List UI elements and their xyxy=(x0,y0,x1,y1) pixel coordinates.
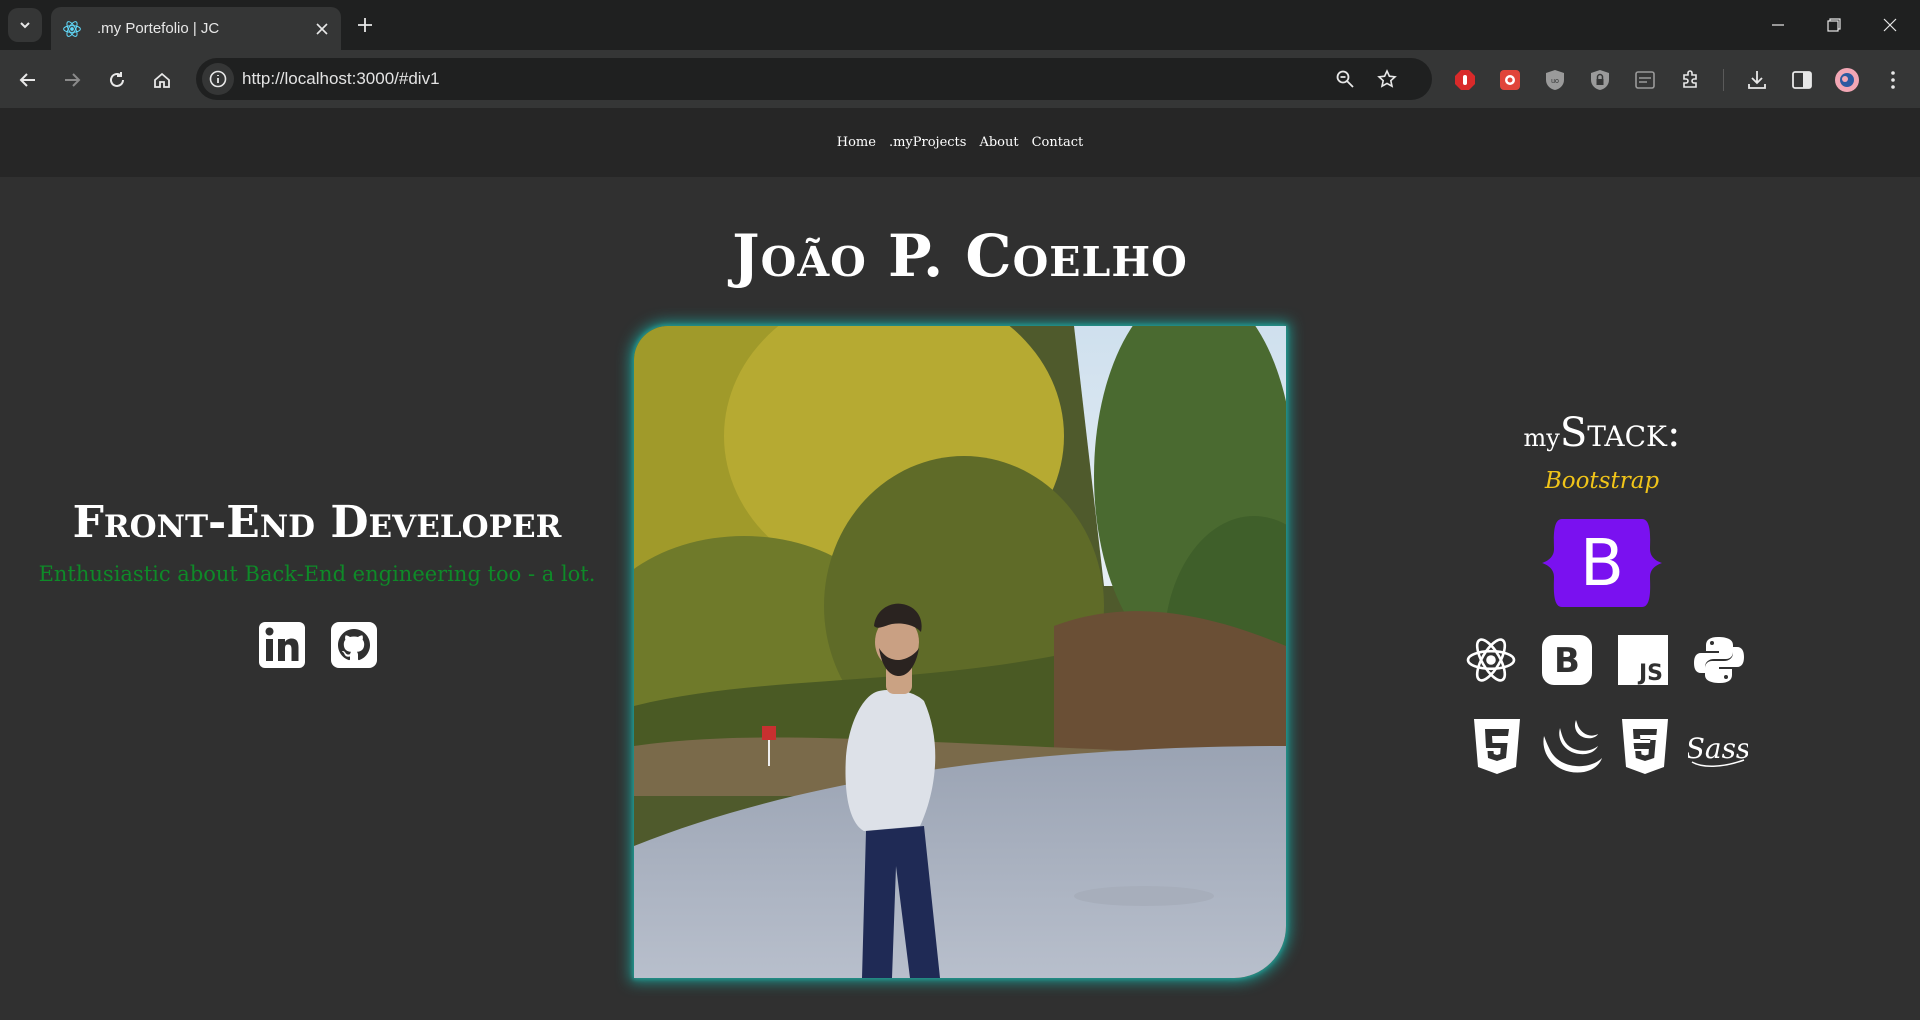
javascript-icon[interactable]: JS xyxy=(1617,634,1669,686)
url-text: http://localhost:3000/#div1 xyxy=(242,69,440,88)
address-bar[interactable]: http://localhost:3000/#div1 xyxy=(196,58,1432,100)
chevron-down-icon xyxy=(20,22,30,29)
reader-extension-icon[interactable] xyxy=(1632,67,1658,93)
stop-hand-extension-icon[interactable] xyxy=(1452,67,1478,93)
tab-list-button[interactable] xyxy=(8,8,42,42)
site-navbar: Home .myProjects About Contact xyxy=(0,108,1920,177)
featured-bootstrap-letter: B xyxy=(1580,527,1624,601)
stack-title-main: Stack: xyxy=(1559,410,1681,456)
sass-text: Sass xyxy=(1688,732,1748,765)
hero-name: João P. Coelho xyxy=(732,222,1188,290)
react-favicon-icon xyxy=(61,18,83,40)
reload-icon[interactable] xyxy=(99,62,135,98)
js-badge-text: JS xyxy=(1637,661,1663,686)
html5-icon[interactable] xyxy=(1472,718,1522,776)
svg-text:uo: uo xyxy=(1551,78,1559,85)
sass-icon[interactable]: Sass xyxy=(1688,722,1748,772)
jquery-icon[interactable] xyxy=(1540,718,1602,776)
browser-toolbar: http://localhost:3000/#div1 uo xyxy=(0,50,1920,108)
linkedin-icon[interactable] xyxy=(258,621,306,669)
ublock-shield-icon[interactable]: uo xyxy=(1542,67,1568,93)
role-tagline: Enthusiastic about Back-End engineering … xyxy=(38,562,596,586)
react-icon[interactable] xyxy=(1465,634,1517,686)
home-icon[interactable] xyxy=(144,62,180,98)
minimize-icon[interactable] xyxy=(1750,0,1806,50)
stack-title-prefix: my xyxy=(1523,424,1560,452)
back-arrow-icon[interactable] xyxy=(10,62,46,98)
restore-icon[interactable] xyxy=(1806,0,1862,50)
nav-link-contact[interactable]: Contact xyxy=(1032,135,1084,150)
nav-link-projects[interactable]: .myProjects xyxy=(889,135,967,150)
stack-title: myStack: xyxy=(1404,410,1800,456)
profile-avatar-icon[interactable] xyxy=(1834,67,1860,93)
zoom-icon[interactable] xyxy=(1332,66,1358,92)
bootstrap-badge-letter: B xyxy=(1554,641,1580,681)
bookmark-star-icon[interactable] xyxy=(1374,66,1400,92)
downloads-icon[interactable] xyxy=(1744,67,1770,93)
window-close-icon[interactable] xyxy=(1862,0,1918,50)
python-icon[interactable] xyxy=(1693,634,1745,686)
stack-icons-row-1: B JS xyxy=(1465,634,1745,686)
featured-bootstrap-icon: B xyxy=(1542,513,1662,613)
nav-link-home[interactable]: Home xyxy=(837,135,876,150)
stack-icons-row-2: Sass xyxy=(1472,718,1748,776)
current-stack-label: Bootstrap xyxy=(1544,468,1660,494)
privacy-shield-lock-icon[interactable] xyxy=(1587,67,1613,93)
github-icon[interactable] xyxy=(330,621,378,669)
extensions-puzzle-icon[interactable] xyxy=(1678,67,1704,93)
css3-icon[interactable] xyxy=(1620,718,1670,776)
nav-link-about[interactable]: About xyxy=(979,135,1018,150)
role-title: Front-End Developer xyxy=(72,497,562,548)
browser-tab[interactable]: .my Portefolio | JC xyxy=(51,7,341,50)
tab-title: .my Portefolio | JC xyxy=(97,20,220,37)
bootstrap-icon[interactable]: B xyxy=(1541,634,1593,686)
forward-arrow-icon[interactable] xyxy=(54,62,90,98)
browser-tab-bar: .my Portefolio | JC xyxy=(0,0,1920,50)
social-links xyxy=(258,621,378,669)
toolbar-separator xyxy=(1723,69,1724,91)
tab-close-icon[interactable] xyxy=(307,14,337,44)
site-info-icon[interactable] xyxy=(202,63,234,95)
screen-capture-extension-icon[interactable] xyxy=(1497,67,1523,93)
new-tab-plus-icon[interactable] xyxy=(350,10,380,40)
profile-photo xyxy=(634,326,1286,978)
browser-menu-kebab-icon[interactable] xyxy=(1880,67,1906,93)
side-panel-icon[interactable] xyxy=(1789,67,1815,93)
